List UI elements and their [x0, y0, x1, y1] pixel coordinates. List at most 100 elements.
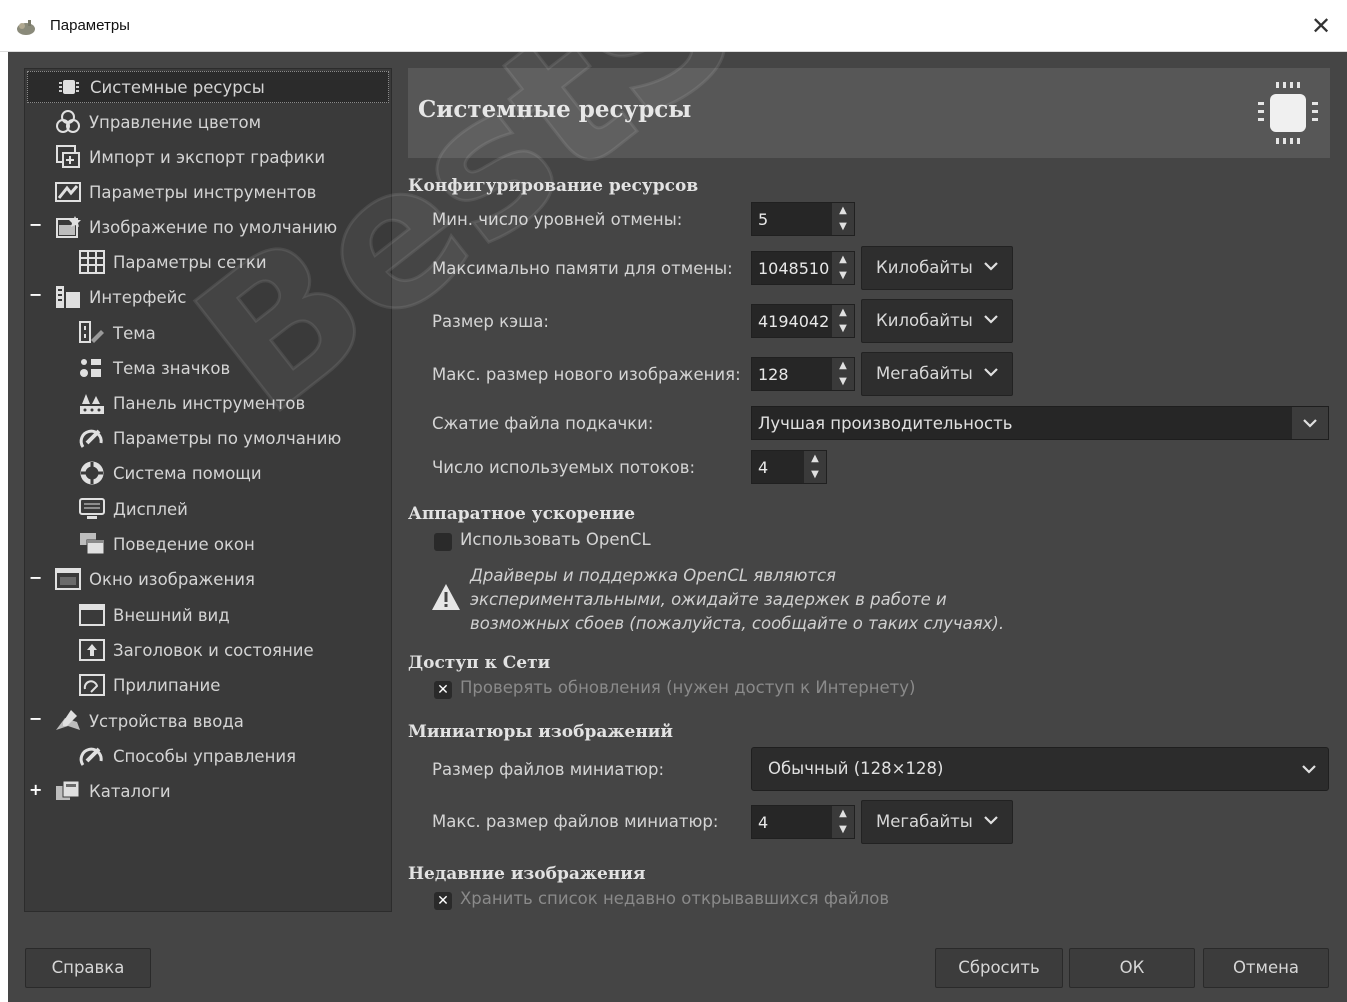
sidebar-item-grid[interactable]: Параметры сетки [77, 246, 267, 278]
controllers-icon [79, 747, 103, 766]
sidebar-item-label: Внешний вид [113, 605, 230, 625]
max-new-image-value[interactable]: 128 [758, 365, 789, 384]
opencl-label: Использовать OpenCL [460, 530, 651, 549]
cache-size-label: Размер кэша: [432, 312, 549, 331]
chip-icon [1258, 82, 1318, 144]
increment-icon[interactable]: ▲ [804, 451, 826, 467]
undo-levels-value[interactable]: 5 [758, 210, 768, 229]
thumbnail-size-dropdown[interactable]: Обычный (128×128) [751, 747, 1329, 791]
decrement-icon[interactable]: ▼ [832, 268, 854, 284]
image-window-icon [55, 568, 81, 590]
section-resources: Конфигурирование ресурсов [408, 176, 699, 196]
sidebar-item-label: Интерфейс [89, 287, 187, 307]
sidebar-item-appearance[interactable]: Внешний вид [77, 599, 230, 631]
help-ring-icon [80, 461, 104, 485]
unit-label: Килобайты [876, 311, 973, 330]
interface-icon [56, 286, 80, 308]
sidebar-item-label: Окно изображения [89, 569, 255, 589]
sidebar-item-label: Панель инструментов [113, 393, 306, 413]
cache-size-unit-dropdown[interactable]: Килобайты [861, 299, 1013, 343]
sidebar-item-default-image[interactable]: Изображение по умолчанию [53, 211, 337, 243]
color-circles-icon [56, 110, 80, 133]
section-hardware: Аппаратное ускорение [408, 504, 636, 524]
sidebar-item-help-system[interactable]: Система помощи [77, 457, 262, 489]
thumbnail-max-size-value[interactable]: 4 [758, 813, 768, 832]
windows-icon [80, 533, 105, 555]
sidebar-item-label: Тема [113, 323, 156, 343]
sidebar-item-input-devices[interactable]: Устройства ввода [53, 705, 244, 737]
help-button[interactable]: Справка [25, 948, 151, 988]
sidebar-item-interface[interactable]: Интерфейс [53, 281, 186, 313]
sidebar-item-label: Тема значков [113, 358, 231, 378]
sidebar-item-theme[interactable]: Тема [77, 317, 156, 349]
decrement-icon[interactable]: ▼ [832, 219, 854, 235]
cache-size-value[interactable]: 4194042 [758, 312, 829, 331]
increment-icon[interactable]: ▲ [832, 806, 854, 822]
sidebar-item-title-status[interactable]: Заголовок и состояние [77, 634, 314, 666]
chevron-down-icon [1302, 765, 1316, 774]
sidebar-item-system-resources[interactable]: Системные ресурсы [27, 71, 389, 103]
warning-line: экспериментальными, ожидайте задержек в … [470, 590, 947, 609]
undo-levels-spinner[interactable]: 5 ▲ ▼ [751, 202, 855, 236]
thumbnail-max-size-unit-dropdown[interactable]: Мегабайты [861, 800, 1013, 844]
sidebar-item-label: Поведение окон [113, 534, 255, 554]
chevron-down-icon [984, 315, 998, 324]
expander-image-window[interactable]: − [29, 570, 42, 586]
section-recent: Недавние изображения [408, 864, 646, 884]
sidebar-item-snapping[interactable]: Прилипание [77, 669, 220, 701]
unit-label: Мегабайты [876, 812, 973, 831]
defaults-icon [79, 429, 103, 448]
thumbnail-size-label: Размер файлов миниатюр: [432, 760, 665, 779]
max-new-image-unit-dropdown[interactable]: Мегабайты [861, 352, 1013, 396]
warning-line: возможных сбоев (пожалуйста, сообщайте о… [470, 614, 1005, 633]
sidebar-item-label: Параметры инструментов [89, 182, 317, 202]
sidebar-item-window-management[interactable]: Поведение окон [77, 528, 255, 560]
max-new-image-spinner[interactable]: 128 ▲ ▼ [751, 357, 855, 391]
sidebar-item-icon-theme[interactable]: Тема значков [77, 352, 230, 384]
sidebar-item-tool-options[interactable]: Параметры инструментов [53, 176, 316, 208]
expander-input-devices[interactable]: − [29, 711, 42, 727]
increment-icon[interactable]: ▲ [832, 358, 854, 374]
main-panel: Системные ресурсы Конфигурирование ресур… [408, 68, 1330, 918]
sidebar-item-defaults[interactable]: Параметры по умолчанию [77, 422, 341, 454]
sidebar-item-import-export[interactable]: Импорт и экспорт графики [53, 141, 325, 173]
swap-compression-dropdown[interactable]: Лучшая производительность [751, 406, 1329, 440]
close-button[interactable]: ✕ [1303, 8, 1339, 44]
decrement-icon[interactable]: ▼ [832, 321, 854, 337]
sidebar-item-folders[interactable]: Каталоги [53, 775, 171, 807]
undo-memory-spinner[interactable]: 1048510 ▲ ▼ [751, 251, 855, 285]
decrement-icon[interactable]: ▼ [832, 822, 854, 838]
sidebar-item-image-window[interactable]: Окно изображения [53, 563, 255, 595]
threads-spinner[interactable]: 4 ▲ ▼ [751, 450, 827, 484]
sidebar-item-controllers[interactable]: Способы управления [77, 740, 296, 772]
sidebar-item-toolbox[interactable]: Панель инструментов [77, 387, 305, 419]
reset-button[interactable]: Сбросить [935, 948, 1063, 988]
decrement-icon[interactable]: ▼ [832, 374, 854, 390]
opencl-checkbox[interactable] [434, 533, 452, 551]
thumbnail-max-size-spinner[interactable]: 4 ▲ ▼ [751, 805, 855, 839]
sidebar-item-label: Параметры сетки [113, 252, 267, 272]
keep-recent-checkbox[interactable]: ✕ [434, 892, 452, 910]
expander-default-image[interactable]: − [29, 217, 42, 233]
ok-button[interactable]: ОК [1069, 948, 1195, 988]
threads-value[interactable]: 4 [758, 458, 768, 477]
undo-memory-value[interactable]: 1048510 [758, 259, 829, 278]
undo-memory-label: Максимально памяти для отмены: [432, 259, 733, 278]
input-devices-icon [56, 710, 80, 730]
cache-size-spinner[interactable]: 4194042 ▲ ▼ [751, 304, 855, 338]
snapping-icon [79, 674, 105, 696]
sidebar-item-color-management[interactable]: Управление цветом [53, 106, 261, 138]
check-updates-checkbox[interactable]: ✕ [434, 681, 452, 699]
icon-theme-icon [80, 359, 101, 377]
title-bar: Параметры ✕ [0, 0, 1347, 52]
increment-icon[interactable]: ▲ [832, 203, 854, 219]
decrement-icon[interactable]: ▼ [804, 467, 826, 483]
sidebar-item-display[interactable]: Дисплей [77, 493, 188, 525]
expander-interface[interactable]: − [29, 287, 42, 303]
page-title: Системные ресурсы [418, 96, 692, 123]
cancel-button[interactable]: Отмена [1203, 948, 1329, 988]
undo-memory-unit-dropdown[interactable]: Килобайты [861, 246, 1013, 290]
expander-folders[interactable]: + [29, 782, 42, 798]
increment-icon[interactable]: ▲ [832, 252, 854, 268]
increment-icon[interactable]: ▲ [832, 305, 854, 321]
